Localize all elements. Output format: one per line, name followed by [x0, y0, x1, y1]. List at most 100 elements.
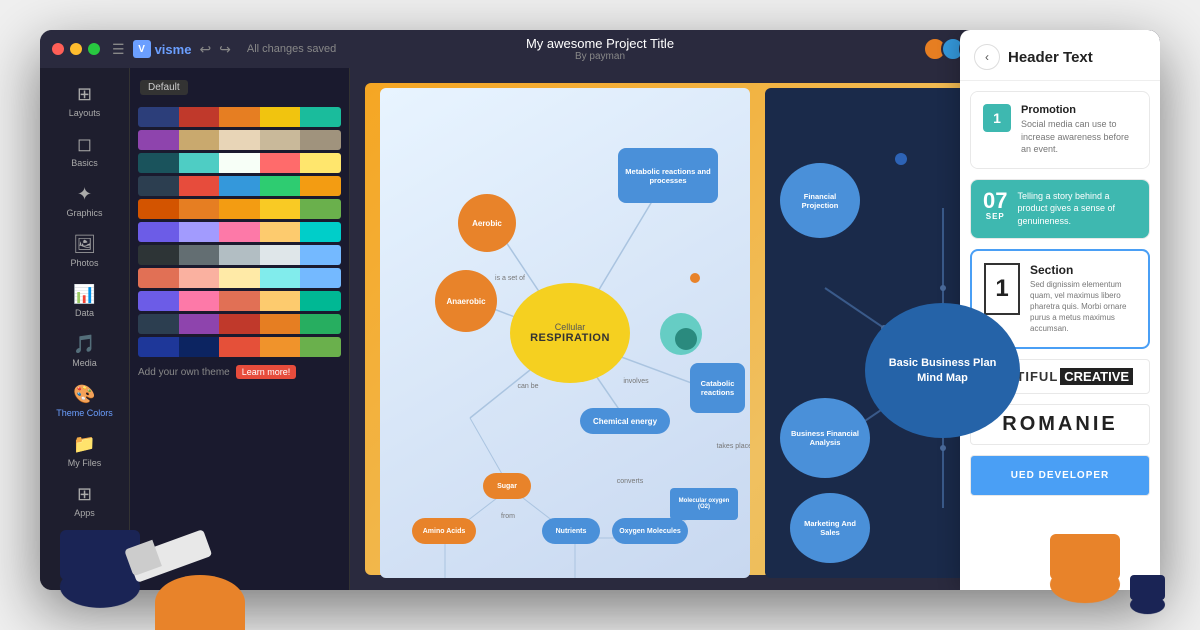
deco-cylinder-orange-body: [1050, 534, 1120, 580]
svg-text:converts: converts: [617, 478, 644, 485]
swatch-row-8[interactable]: [138, 268, 341, 288]
traffic-lights: [52, 43, 100, 55]
promo-heading: Promotion: [1021, 104, 1137, 116]
brand-romanie-text: ROMANIE: [1002, 413, 1117, 436]
center-business-node: Basic Business Plan Mind Map: [865, 303, 1020, 438]
photos-icon: 🖼: [73, 234, 96, 255]
deco-dot1: [690, 273, 700, 283]
project-title[interactable]: My awesome Project Title: [526, 36, 674, 51]
sep-month: SEP: [983, 212, 1007, 221]
sep-description: Telling a story behind a product gives a…: [1017, 190, 1137, 228]
header-text-panel: ‹ Header Text 1 Promotion Social media c…: [960, 30, 1160, 590]
svg-text:involves: involves: [623, 378, 649, 385]
section-card-inner: 1 Section Sed dignissim elementum quam, …: [984, 263, 1136, 335]
swatch-row-9[interactable]: [138, 291, 341, 311]
swatch-row-11[interactable]: [138, 337, 341, 357]
default-badge: Default: [140, 80, 188, 95]
layouts-icon: ⊞: [77, 84, 92, 105]
redo-icon[interactable]: ↪: [219, 41, 231, 58]
basics-icon: ◻: [77, 134, 92, 155]
visme-logo: V visme: [133, 40, 192, 58]
minimize-button[interactable]: [70, 43, 82, 55]
sep-card-inner: 07 SEP Telling a story behind a product …: [971, 180, 1149, 238]
panel-back-button[interactable]: ‹: [974, 44, 1000, 70]
graphics-icon: ✦: [77, 184, 92, 205]
svg-text:can be: can be: [517, 383, 538, 390]
template-card-sep[interactable]: 07 SEP Telling a story behind a product …: [970, 179, 1150, 239]
node-aerobic: Aerobic: [458, 194, 516, 252]
panel-header: ‹ Header Text: [960, 30, 1160, 81]
visme-logo-text: visme: [155, 42, 192, 57]
my-files-icon: 📁: [73, 434, 95, 455]
node-sugar: Sugar: [483, 473, 531, 499]
toolbar-left: ☰ V visme ↩ ↪ All changes saved: [112, 40, 336, 58]
learn-more-button[interactable]: Learn more!: [236, 365, 297, 379]
node-marketing: Marketing And Sales: [790, 493, 870, 563]
theme-colors-icon: 🎨: [73, 384, 95, 405]
panel-title: Header Text: [1008, 49, 1093, 66]
node-fin-proj: Financial Projection: [780, 163, 860, 238]
center-node: Cellular RESPIRATION: [510, 283, 630, 383]
left-slide: is a set of can be involves takes place …: [380, 88, 750, 578]
promo-card-inner: 1 Promotion Social media can use to incr…: [971, 92, 1149, 168]
swatch-row-5[interactable]: [138, 199, 341, 219]
sep-date: 07 SEP: [983, 190, 1007, 221]
swatch-row-7[interactable]: [138, 245, 341, 265]
deco-cyl-small-dark-body: [1130, 575, 1165, 600]
dot-deco1: [895, 153, 907, 165]
sidebar-item-media[interactable]: 🎵 Media: [47, 326, 123, 376]
node-oxygen: Oxygen Molecules: [612, 518, 688, 544]
node-amino: Amino Acids: [412, 518, 476, 544]
project-subtitle: By payman: [526, 51, 674, 62]
brand-creative-text: CREATIVE: [1060, 368, 1133, 385]
deco-teal-inner: [675, 328, 697, 350]
template-card-ued[interactable]: UED DEVELOPER: [970, 455, 1150, 496]
media-icon: 🎵: [73, 334, 95, 355]
undo-icon[interactable]: ↩: [199, 41, 211, 58]
fullscreen-button[interactable]: [88, 43, 100, 55]
add-theme-row: Add your own theme Learn more!: [138, 365, 341, 379]
panel-scroll: ‹ Header Text 1 Promotion Social media c…: [960, 30, 1160, 526]
promo-description: Social media can use to increase awarene…: [1021, 118, 1137, 156]
sidebar-item-basics[interactable]: ◻ Basics: [47, 126, 123, 176]
apps-icon: ⊞: [77, 484, 92, 505]
promo-text: Promotion Social media can use to increa…: [1021, 104, 1137, 156]
swatch-row-1[interactable]: [138, 107, 341, 127]
theme-panel: Default: [130, 68, 350, 590]
section-heading: Section: [1030, 263, 1136, 277]
node-chemical: Chemical energy: [580, 408, 670, 434]
swatch-row-6[interactable]: [138, 222, 341, 242]
swatch-row-10[interactable]: [138, 314, 341, 334]
visme-logo-icon: V: [133, 40, 151, 58]
main-content: ⊞ Layouts ◻ Basics ✦ Graphics 🖼 Photos 📊…: [40, 68, 1160, 590]
title-center: My awesome Project Title By payman: [526, 36, 674, 62]
sep-number: 07: [983, 190, 1007, 212]
template-card-promotion[interactable]: 1 Promotion Social media can use to incr…: [970, 91, 1150, 169]
sidebar-item-data[interactable]: 📊 Data: [47, 276, 123, 326]
svg-text:is a set of: is a set of: [495, 275, 525, 282]
mac-window: ☰ V visme ↩ ↪ All changes saved My aweso…: [40, 30, 1160, 590]
ued-developer-text: UED DEVELOPER: [999, 464, 1122, 487]
section-description: Sed dignissim elementum quam, vel maximu…: [1030, 279, 1136, 335]
close-button[interactable]: [52, 43, 64, 55]
sidebar-item-apps[interactable]: ⊞ Apps: [47, 476, 123, 526]
swatch-row-4[interactable]: [138, 176, 341, 196]
sidebar-item-layouts[interactable]: ⊞ Layouts: [47, 76, 123, 126]
swatch-row-3[interactable]: [138, 153, 341, 173]
sidebar-item-photos[interactable]: 🖼 Photos: [47, 226, 123, 276]
node-anaerobic: Anaerobic: [435, 270, 497, 332]
sidebar-item-graphics[interactable]: ✦ Graphics: [47, 176, 123, 226]
left-sidebar: ⊞ Layouts ◻ Basics ✦ Graphics 🖼 Photos 📊…: [40, 68, 130, 590]
add-theme-text: Add your own theme: [138, 367, 230, 378]
swatch-row-2[interactable]: [138, 130, 341, 150]
menu-icon[interactable]: ☰: [112, 41, 125, 58]
node-catabolic: Catabolic reactions: [690, 363, 745, 413]
node-mol-oxygen: Molecular oxygen (O2): [670, 488, 738, 520]
back-chevron-icon: ‹: [985, 50, 989, 64]
saved-text: All changes saved: [247, 43, 336, 55]
promo-number: 1: [983, 104, 1011, 132]
sidebar-item-my-files[interactable]: 📁 My Files: [47, 426, 123, 476]
sidebar-item-theme-colors[interactable]: 🎨 Theme Colors: [47, 376, 123, 426]
node-metabolic: Metabolic reactions and processes: [618, 148, 718, 203]
svg-text:from: from: [501, 513, 515, 520]
